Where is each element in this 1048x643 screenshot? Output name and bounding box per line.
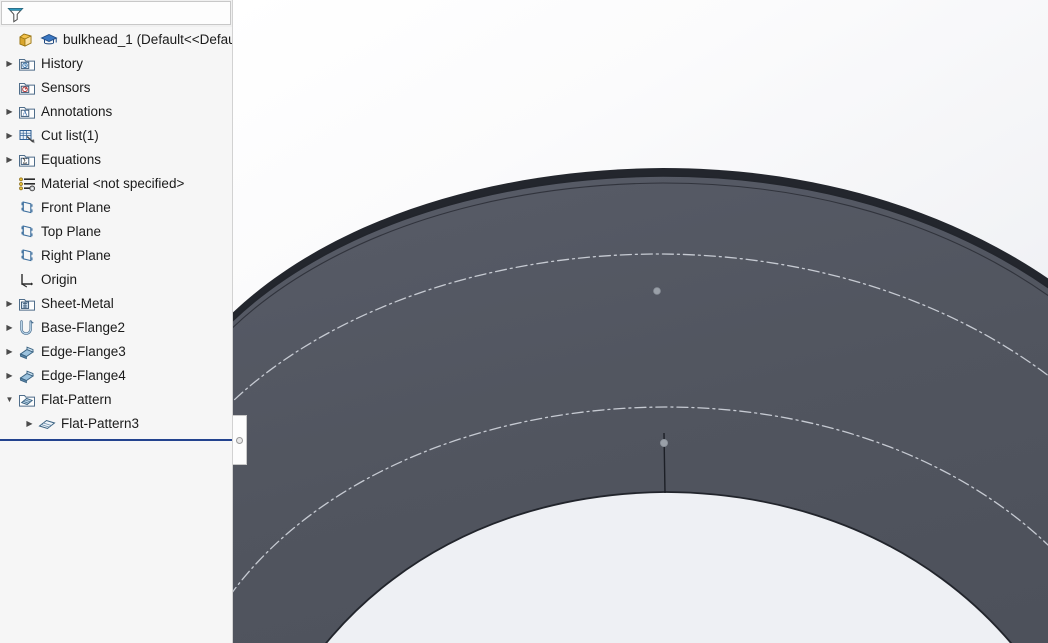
material-icon xyxy=(17,174,37,194)
filter-funnel-icon[interactable] xyxy=(6,5,25,24)
cut-list-icon xyxy=(17,126,37,146)
tree-item-label: History xyxy=(41,56,84,71)
sensors-folder-icon xyxy=(17,78,37,98)
tree-row-flat-pattern3[interactable]: ▶ Flat-Pattern3 xyxy=(0,412,233,436)
tree-item-label: Flat-Pattern3 xyxy=(61,416,140,431)
tree-row-edge-flange3[interactable]: ▶ Edge-Flange3 xyxy=(0,340,233,364)
tree-row-equations[interactable]: ▶ Σ Equations xyxy=(0,148,233,172)
graphics-viewport[interactable] xyxy=(233,0,1048,643)
tree-row-top-plane[interactable]: ▶ Top Plane xyxy=(0,220,233,244)
expand-arrow-icon[interactable]: ▶ xyxy=(22,412,37,436)
tree-row-history[interactable]: ▶ History xyxy=(0,52,233,76)
flat-pattern-folder-icon xyxy=(17,390,37,410)
part-document-icon xyxy=(17,30,37,50)
svg-text:A: A xyxy=(22,109,28,118)
expand-arrow-placeholder: ▶ xyxy=(2,196,17,220)
tree-item-label: Sheet-Metal xyxy=(41,296,114,311)
tree-item-label: Base-Flange2 xyxy=(41,320,126,335)
tree-item-label: Edge-Flange4 xyxy=(41,368,126,383)
tree-row-base-flange2[interactable]: ▶ Base-Flange2 xyxy=(0,316,233,340)
expand-arrow-placeholder: ▶ xyxy=(2,268,17,292)
tree-row-sheet-metal[interactable]: ▶ Sheet-Metal xyxy=(0,292,233,316)
expand-arrow-icon[interactable]: ▶ xyxy=(2,340,17,364)
flat-pattern-icon xyxy=(37,414,57,434)
base-flange-icon xyxy=(17,318,37,338)
expand-arrow-icon[interactable]: ▶ xyxy=(2,100,17,124)
tree-row-edge-flange4[interactable]: ▶ Edge-Flange4 xyxy=(0,364,233,388)
splitter-grip-knob[interactable] xyxy=(236,437,243,444)
expand-arrow-icon[interactable]: ▶ xyxy=(2,316,17,340)
tree-row-front-plane[interactable]: ▶ Front Plane xyxy=(0,196,233,220)
expand-arrow-icon[interactable]: ▶ xyxy=(2,124,17,148)
tree-item-label: Origin xyxy=(41,272,78,287)
expand-arrow-icon[interactable]: ▶ xyxy=(2,52,17,76)
tree-splitter-line xyxy=(0,439,233,441)
tree-item-label: Flat-Pattern xyxy=(41,392,112,407)
feature-manager-panel: ▶ bulkhead_1 (Default<<Defau xyxy=(0,0,233,643)
plane-icon xyxy=(17,222,37,242)
expand-arrow-icon[interactable]: ▶ xyxy=(2,148,17,172)
tree-item-label: Material <not specified> xyxy=(41,176,185,191)
graduation-cap-icon xyxy=(39,30,59,50)
tree-row-right-plane[interactable]: ▶ Right Plane xyxy=(0,244,233,268)
edge-flange-icon xyxy=(17,366,37,386)
annotations-folder-icon: A xyxy=(17,102,37,122)
filter-bar xyxy=(0,0,233,27)
tree-item-list: ▶ History ▶ Sensors ▶ A Annotations ▶ Cut list(1… xyxy=(0,52,233,436)
collapse-arrow-icon[interactable]: ▼ xyxy=(2,388,17,412)
expand-arrow-placeholder: ▶ xyxy=(2,244,17,268)
tree-item-label: Right Plane xyxy=(41,248,111,263)
plane-icon xyxy=(17,198,37,218)
origin-icon xyxy=(17,270,37,290)
tree-item-label: Front Plane xyxy=(41,200,111,215)
tree-row-annotations[interactable]: ▶ A Annotations xyxy=(0,100,233,124)
expand-arrow-placeholder: ▶ xyxy=(2,172,17,196)
history-folder-icon xyxy=(17,54,37,74)
tree-row-sensors[interactable]: ▶ Sensors xyxy=(0,76,233,100)
feature-tree[interactable]: ▶ bulkhead_1 (Default<<Defau xyxy=(0,28,233,440)
tree-item-label: Annotations xyxy=(41,104,113,119)
tree-lower-pane xyxy=(0,442,233,643)
tree-row-root[interactable]: ▶ bulkhead_1 (Default<<Defau xyxy=(0,28,233,52)
expand-arrow-placeholder: ▶ xyxy=(2,220,17,244)
tree-item-label: Sensors xyxy=(41,80,91,95)
model-canvas[interactable] xyxy=(233,0,1048,643)
tree-row-origin[interactable]: ▶ Origin xyxy=(0,268,233,292)
split-line-midpoint-marker[interactable] xyxy=(659,438,668,447)
tree-item-label: Equations xyxy=(41,152,102,167)
tree-item-label: Top Plane xyxy=(41,224,102,239)
edge-flange-icon xyxy=(17,342,37,362)
expand-arrow-placeholder: ▶ xyxy=(2,76,17,100)
bend-line-midpoint-marker[interactable] xyxy=(653,287,661,295)
panel-divider xyxy=(232,0,233,643)
equations-folder-icon: Σ xyxy=(17,150,37,170)
plane-icon xyxy=(17,246,37,266)
expand-arrow-icon[interactable]: ▶ xyxy=(2,364,17,388)
tree-row-cut-list-1[interactable]: ▶ Cut list(1) xyxy=(0,124,233,148)
tree-item-label: Edge-Flange3 xyxy=(41,344,126,359)
feature-filter-input[interactable] xyxy=(28,5,226,22)
expand-arrow-icon[interactable]: ▶ xyxy=(2,292,17,316)
tree-row-flat-pattern[interactable]: ▼ Flat-Pattern xyxy=(0,388,233,412)
solidworks-window: ▶ bulkhead_1 (Default<<Defau xyxy=(0,0,1048,643)
feature-filter-box[interactable] xyxy=(1,1,231,25)
sheet-metal-icon xyxy=(17,294,37,314)
tree-item-label: Cut list(1) xyxy=(41,128,99,143)
expand-arrow-icon: ▶ xyxy=(2,28,17,52)
tree-row-material-not-specified[interactable]: ▶ Material <not specified> xyxy=(0,172,233,196)
tree-root-label: bulkhead_1 (Default<<Defau xyxy=(63,32,233,47)
svg-text:Σ: Σ xyxy=(23,157,28,166)
splitter-grip-tab[interactable] xyxy=(233,415,247,465)
